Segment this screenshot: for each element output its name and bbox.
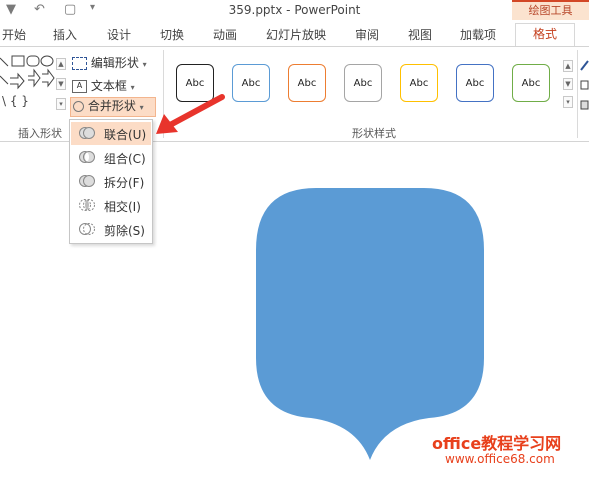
gallery-scroll-down[interactable]: ▼ — [56, 78, 66, 90]
shape-outline-icon[interactable] — [580, 76, 589, 90]
text-box-label: 文本框 — [90, 79, 127, 93]
shape-effects-icon[interactable] — [580, 96, 589, 110]
title-bar: ▼ ↶ ▢ ▾ 359.pptx - PowerPoint 绘图工具 — [0, 0, 589, 22]
combine-icon — [79, 151, 95, 163]
shape-style-5[interactable]: Abc — [400, 64, 438, 102]
shape-style-2[interactable]: Abc — [232, 64, 270, 102]
styles-more[interactable]: ▾ — [563, 96, 573, 108]
shape-fill-icon[interactable] — [580, 56, 589, 71]
text-box-icon: A — [72, 80, 87, 93]
window-title: 359.pptx - PowerPoint — [228, 3, 361, 17]
styles-scroll-down[interactable]: ▼ — [563, 78, 573, 90]
menu-item-label: 剪除(S) — [104, 224, 145, 238]
menu-item-label: 组合(C) — [104, 152, 146, 166]
fragment-icon — [79, 175, 95, 187]
tab-insert[interactable]: 插入 — [53, 26, 77, 43]
chevron-down-icon: ▾ — [130, 83, 135, 92]
chevron-down-icon: ▾ — [142, 60, 147, 69]
shape-styles-group-label: 形状样式 — [352, 127, 396, 140]
menu-item-subtract[interactable]: 剪除(S) — [71, 218, 151, 241]
shape-style-3[interactable]: Abc — [288, 64, 326, 102]
intersect-icon — [79, 199, 95, 211]
menu-item-combine[interactable]: 组合(C) — [71, 146, 151, 169]
svg-text:\ { }: \ { } — [2, 94, 29, 108]
tab-view[interactable]: 视图 — [408, 26, 432, 43]
gallery-more[interactable]: ▾ — [56, 98, 66, 110]
shape-style-4[interactable]: Abc — [344, 64, 382, 102]
menu-item-fragment[interactable]: 拆分(F) — [71, 170, 151, 193]
tab-animations[interactable]: 动画 — [213, 26, 237, 43]
group-separator — [577, 50, 578, 138]
gallery-scroll-up[interactable]: ▲ — [56, 58, 66, 70]
tab-slideshow[interactable]: 幻灯片放映 — [266, 26, 326, 43]
shape-style-7[interactable]: Abc — [512, 64, 550, 102]
tab-transitions[interactable]: 切换 — [160, 26, 184, 43]
shape-style-6[interactable]: Abc — [456, 64, 494, 102]
menu-item-label: 联合(U) — [104, 128, 147, 142]
merge-shapes-label: 合并形状 — [87, 99, 136, 113]
watermark-title: office教程学习网 — [432, 434, 562, 453]
drawing-tools-context-label: 绘图工具 — [512, 0, 589, 20]
tab-design[interactable]: 设计 — [107, 26, 131, 43]
menu-item-union[interactable]: 联合(U) — [71, 122, 151, 145]
tab-addins[interactable]: 加载项 — [460, 26, 496, 43]
merge-shapes-menu: 联合(U) 组合(C) 拆分(F) 相交(I) 剪除(S) — [69, 119, 153, 244]
menu-item-label: 相交(I) — [104, 200, 141, 214]
insert-shapes-group-label: 插入形状 — [18, 127, 62, 140]
edit-shape-icon — [72, 57, 87, 70]
union-icon — [79, 127, 95, 139]
edit-shape-button[interactable]: 编辑形状 ▾ — [72, 54, 147, 71]
menu-item-label: 拆分(F) — [104, 176, 145, 190]
annotation-arrow — [156, 94, 225, 134]
edit-shape-label: 编辑形状 — [90, 56, 139, 70]
watermark-url: www.office68.com — [445, 452, 555, 466]
tab-review[interactable]: 审阅 — [355, 26, 379, 43]
text-box-button[interactable]: A 文本框 ▾ — [72, 77, 135, 94]
tab-format[interactable]: 格式 — [515, 23, 575, 46]
chevron-down-icon: ▾ — [139, 103, 144, 112]
tab-home[interactable]: 开始 — [2, 26, 26, 43]
merged-shape[interactable] — [254, 188, 486, 464]
subtract-icon — [79, 223, 95, 235]
merge-shapes-button[interactable]: 合并形状 ▾ — [70, 97, 156, 117]
styles-scroll-up[interactable]: ▲ — [563, 60, 573, 72]
merge-shapes-icon — [73, 101, 84, 112]
ribbon-tabs: 开始 插入 设计 切换 动画 幻灯片放映 审阅 视图 加载项 — [0, 22, 589, 44]
menu-item-intersect[interactable]: 相交(I) — [71, 194, 151, 217]
